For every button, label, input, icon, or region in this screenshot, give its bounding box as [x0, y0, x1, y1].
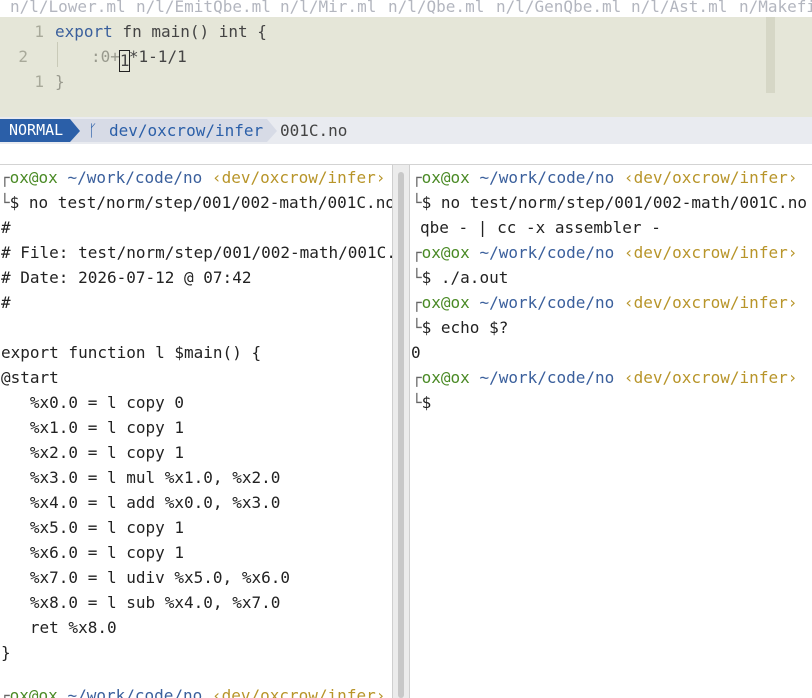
prompt-line: ┌ox@ox ~/work/code/no ‹dev/oxcrow/infer› [412, 243, 798, 262]
indent-guide [57, 42, 58, 67]
tab-lower-ml[interactable]: n/l/Lower.ml [10, 0, 126, 16]
prompt-branch: ‹dev/oxcrow/infer› [211, 686, 386, 698]
tab-mir-ml[interactable]: n/l/Mir.ml [280, 0, 376, 16]
terminal-right[interactable]: ┌ox@ox ~/work/code/no ‹dev/oxcrow/infer›… [410, 165, 812, 698]
output-line: %x2.0 = l copy 1 [1, 443, 185, 462]
prompt-path: ~/work/code/no [67, 168, 203, 187]
status-line: NORMAL ᚴ dev/oxcrow/infer 001C.no [0, 117, 812, 144]
prompt-line-partial: ┌ox@ox ~/work/code/no ‹dev/oxcrow/infer› [0, 686, 385, 698]
prompt-line: ┌ox@ox ~/work/code/no ‹dev/oxcrow/infer› [412, 368, 798, 387]
output-line: %x6.0 = l copy 1 [1, 543, 185, 562]
output-line: 0 [411, 343, 421, 362]
line-number: 2 [18, 47, 28, 66]
output-line: %x4.0 = l add %x0.0, %x3.0 [1, 493, 281, 512]
command-text: $ no test/norm/step/001/002-math/001C.no [9, 193, 392, 212]
command-text: $ no test/norm/step/001/002-math/001C.no… [421, 193, 812, 212]
prompt-path: ~/work/code/no [479, 368, 615, 387]
output-line: @start [1, 368, 59, 387]
prompt-branch: ‹dev/oxcrow/infer› [211, 168, 386, 187]
prompt-branch: ‹dev/oxcrow/infer› [623, 368, 798, 387]
tab-genqbe-ml[interactable]: n/l/GenQbe.ml [496, 0, 621, 16]
command-line: └$ no test/norm/step/001/002-math/001C.n… [0, 193, 392, 212]
prompt-user: ox@ox [421, 368, 470, 387]
command-line[interactable]: └$ [412, 393, 431, 412]
git-branch-segment: ᚴ dev/oxcrow/infer [70, 119, 277, 142]
output-line: ret %x8.0 [1, 618, 117, 637]
prompt-branch: ‹dev/oxcrow/infer› [623, 168, 798, 187]
prompt-user: ox@ox [421, 243, 470, 262]
code-text: fn main() int { [112, 22, 267, 41]
editor-scrollbar[interactable] [766, 17, 775, 93]
code-line-2: :0+1*1-1/1 [91, 47, 187, 72]
prompt-user: ox@ox [421, 168, 470, 187]
code-text: *1-1/1 [128, 47, 187, 66]
prompt-user: ox@ox [9, 686, 58, 698]
prompt-user: ox@ox [421, 293, 470, 312]
output-line: %x0.0 = l copy 0 [1, 393, 185, 412]
prompt-path: ~/work/code/no [479, 168, 615, 187]
current-filename: 001C.no [280, 121, 348, 140]
tab-qbe-ml[interactable]: n/l/Qbe.ml [388, 0, 484, 16]
prompt-line: ┌ox@ox ~/work/code/no ‹dev/oxcrow/infer› [412, 293, 798, 312]
output-line: # Date: 2026-07-12 @ 07:42 [1, 268, 252, 287]
prompt-line: ┌ox@ox ~/work/code/no ‹dev/oxcrow/infer› [0, 168, 386, 187]
output-line: export function l $main() { [1, 343, 262, 362]
prompt-path: ~/work/code/no [67, 686, 203, 698]
prompt-branch: ‹dev/oxcrow/infer› [623, 243, 798, 262]
code-line-1: export fn main() int { [55, 22, 267, 41]
output-line: # [1, 218, 11, 237]
prompt-path: ~/work/code/no [479, 293, 615, 312]
command-continuation: qbe - | cc -x assembler - [420, 218, 661, 237]
tab-ast-ml[interactable]: n/l/Ast.ml [631, 0, 727, 16]
output-line: # [1, 293, 11, 312]
output-line: %x8.0 = l sub %x4.0, %x7.0 [1, 593, 281, 612]
command-prompt: $ [421, 393, 432, 412]
scrollbar-thumb[interactable] [398, 172, 404, 698]
git-branch-name: dev/oxcrow/infer [109, 121, 264, 140]
output-line: # File: test/norm/step/001/002-math/001C… [1, 243, 392, 262]
git-branch-icon: ᚴ [88, 121, 98, 140]
prompt-line: ┌ox@ox ~/work/code/no ‹dev/oxcrow/infer› [412, 168, 798, 187]
prompt-branch: ‹dev/oxcrow/infer› [623, 293, 798, 312]
command-line: └$ no test/norm/step/001/002-math/001C.n… [412, 193, 812, 212]
tab-emitqbe-ml[interactable]: n/l/EmitQbe.ml [136, 0, 271, 16]
code-editor[interactable]: 1 2 1 export fn main() int { :0+1*1-1/1 … [0, 17, 812, 117]
command-line: └$ ./a.out [412, 268, 509, 287]
output-line: } [1, 643, 11, 662]
keyword-export: export [55, 22, 113, 41]
line-number: 1 [34, 22, 44, 41]
output-line: %x5.0 = l copy 1 [1, 518, 185, 537]
command-text: $ echo $? [421, 318, 509, 337]
command-text: $ ./a.out [421, 268, 509, 287]
editor-tab-bar: n/l/Lower.ml n/l/EmitQbe.ml n/l/Mir.ml n… [0, 0, 812, 17]
line-number: 1 [34, 72, 44, 91]
code-text: :0+ [91, 47, 120, 66]
output-line: %x7.0 = l udiv %x5.0, %x6.0 [1, 568, 290, 587]
mode-indicator: NORMAL [0, 119, 70, 142]
tab-makefile[interactable]: n/Makefi [739, 0, 812, 16]
prompt-user: ox@ox [9, 168, 58, 187]
command-line: └$ echo $? [412, 318, 509, 337]
terminal-left[interactable]: ┌ox@ox ~/work/code/no ‹dev/oxcrow/infer›… [0, 165, 392, 698]
prompt-path: ~/work/code/no [479, 243, 615, 262]
output-line: %x1.0 = l copy 1 [1, 418, 185, 437]
output-line: %x3.0 = l mul %x1.0, %x2.0 [1, 468, 281, 487]
code-line-3: } [55, 72, 65, 91]
